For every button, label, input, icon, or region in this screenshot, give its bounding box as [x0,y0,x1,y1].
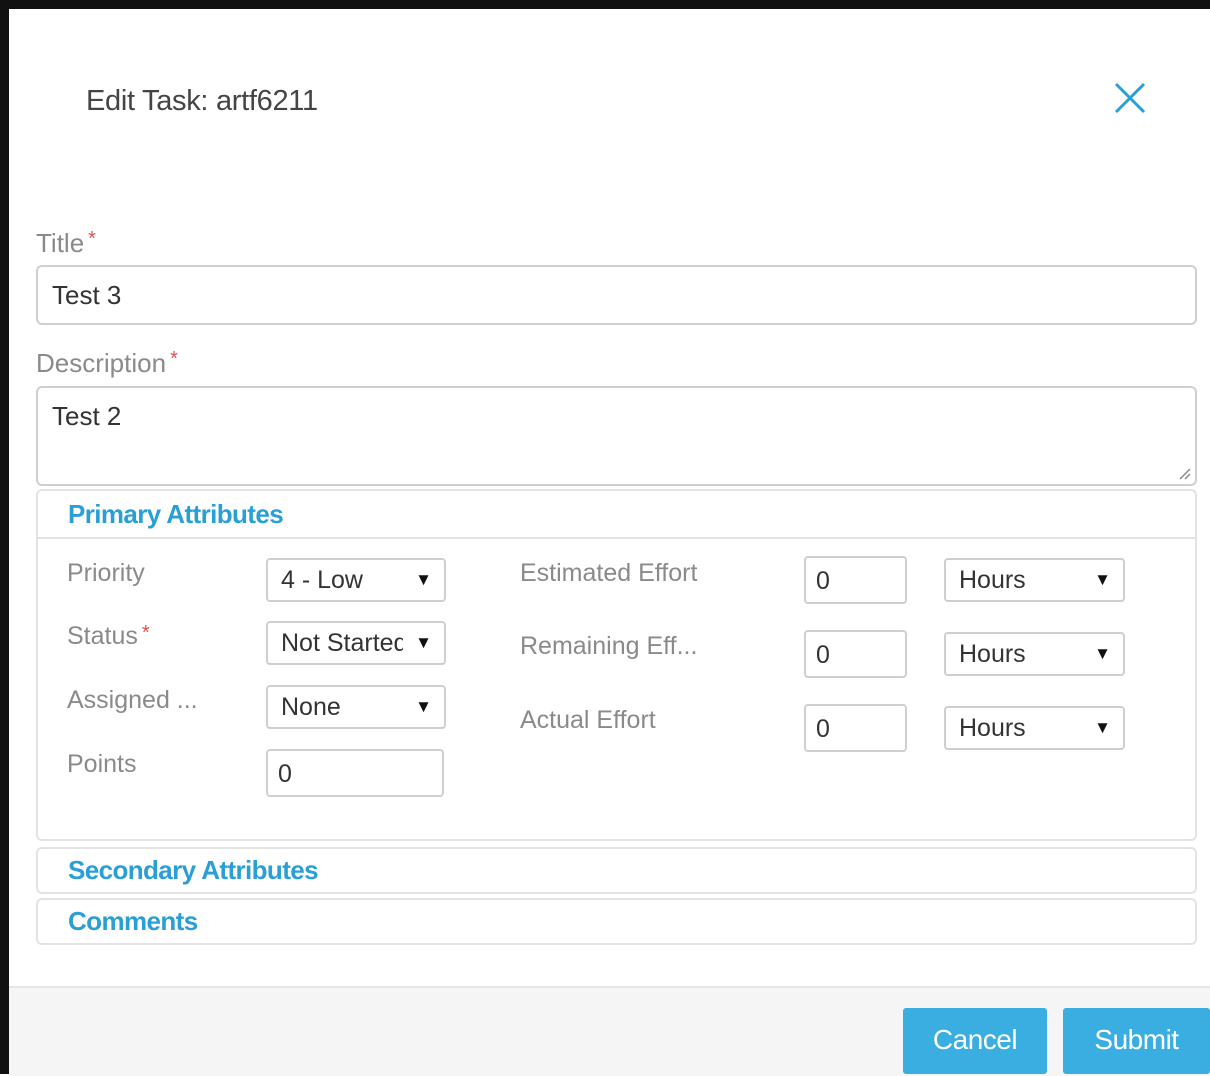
chevron-down-icon: ▼ [1094,570,1111,589]
required-marker: * [170,348,178,370]
estimated-effort-input[interactable]: 0 [804,556,907,604]
submit-button[interactable]: Submit [1063,1008,1210,1074]
description-value: Test 2 [52,401,122,431]
close-icon-glyph [1114,82,1146,114]
actual-unit-value: Hours [959,714,1026,742]
status-select[interactable]: Not Started ▼ [266,621,446,665]
assigned-label: Assigned ... [67,686,198,714]
close-icon[interactable] [1110,78,1150,118]
assigned-select[interactable]: None ▼ [266,685,446,729]
remaining-effort-label: Remaining Eff... [520,632,698,660]
status-value: Not Started [281,629,403,657]
priority-select[interactable]: 4 - Low ▼ [266,558,446,602]
remaining-effort-input[interactable]: 0 [804,630,907,678]
remaining-unit-select[interactable]: Hours ▼ [944,632,1125,676]
actual-effort-label: Actual Effort [520,706,656,734]
status-label-text: Status [67,622,138,650]
description-textarea[interactable]: Test 2 [36,386,1197,486]
dialog-title: Edit Task: artf6211 [86,85,318,117]
estimated-effort-label: Estimated Effort [520,559,698,587]
comments-header[interactable]: Comments [38,900,1195,943]
points-label: Points [67,750,137,778]
estimated-unit-select[interactable]: Hours ▼ [944,558,1125,602]
title-label: Title * [36,228,96,259]
secondary-attributes-panel: Secondary Attributes [36,847,1197,894]
priority-value: 4 - Low [281,566,363,594]
estimated-unit-value: Hours [959,566,1026,594]
chevron-down-icon: ▼ [415,570,432,589]
primary-attributes-header[interactable]: Primary Attributes [38,491,1195,539]
title-input[interactable]: Test 3 [36,265,1197,325]
status-label: Status * [67,622,150,651]
priority-label: Priority [67,559,145,587]
chevron-down-icon: ▼ [1094,718,1111,737]
points-input[interactable]: 0 [266,749,444,797]
remaining-unit-value: Hours [959,640,1026,668]
comments-panel: Comments [36,898,1197,945]
chevron-down-icon: ▼ [1094,644,1111,663]
secondary-attributes-header[interactable]: Secondary Attributes [38,849,1195,892]
actual-effort-input[interactable]: 0 [804,704,907,752]
title-label-text: Title [36,228,85,258]
resize-grip-icon[interactable] [1177,466,1191,480]
description-label-text: Description [36,348,167,378]
required-marker: * [88,228,96,250]
actual-unit-select[interactable]: Hours ▼ [944,706,1125,750]
description-label: Description * [36,348,178,379]
cancel-button[interactable]: Cancel [903,1008,1047,1074]
assigned-value: None [281,693,341,721]
chevron-down-icon: ▼ [415,697,432,716]
required-marker: * [141,622,150,644]
chevron-down-icon: ▼ [415,633,432,652]
